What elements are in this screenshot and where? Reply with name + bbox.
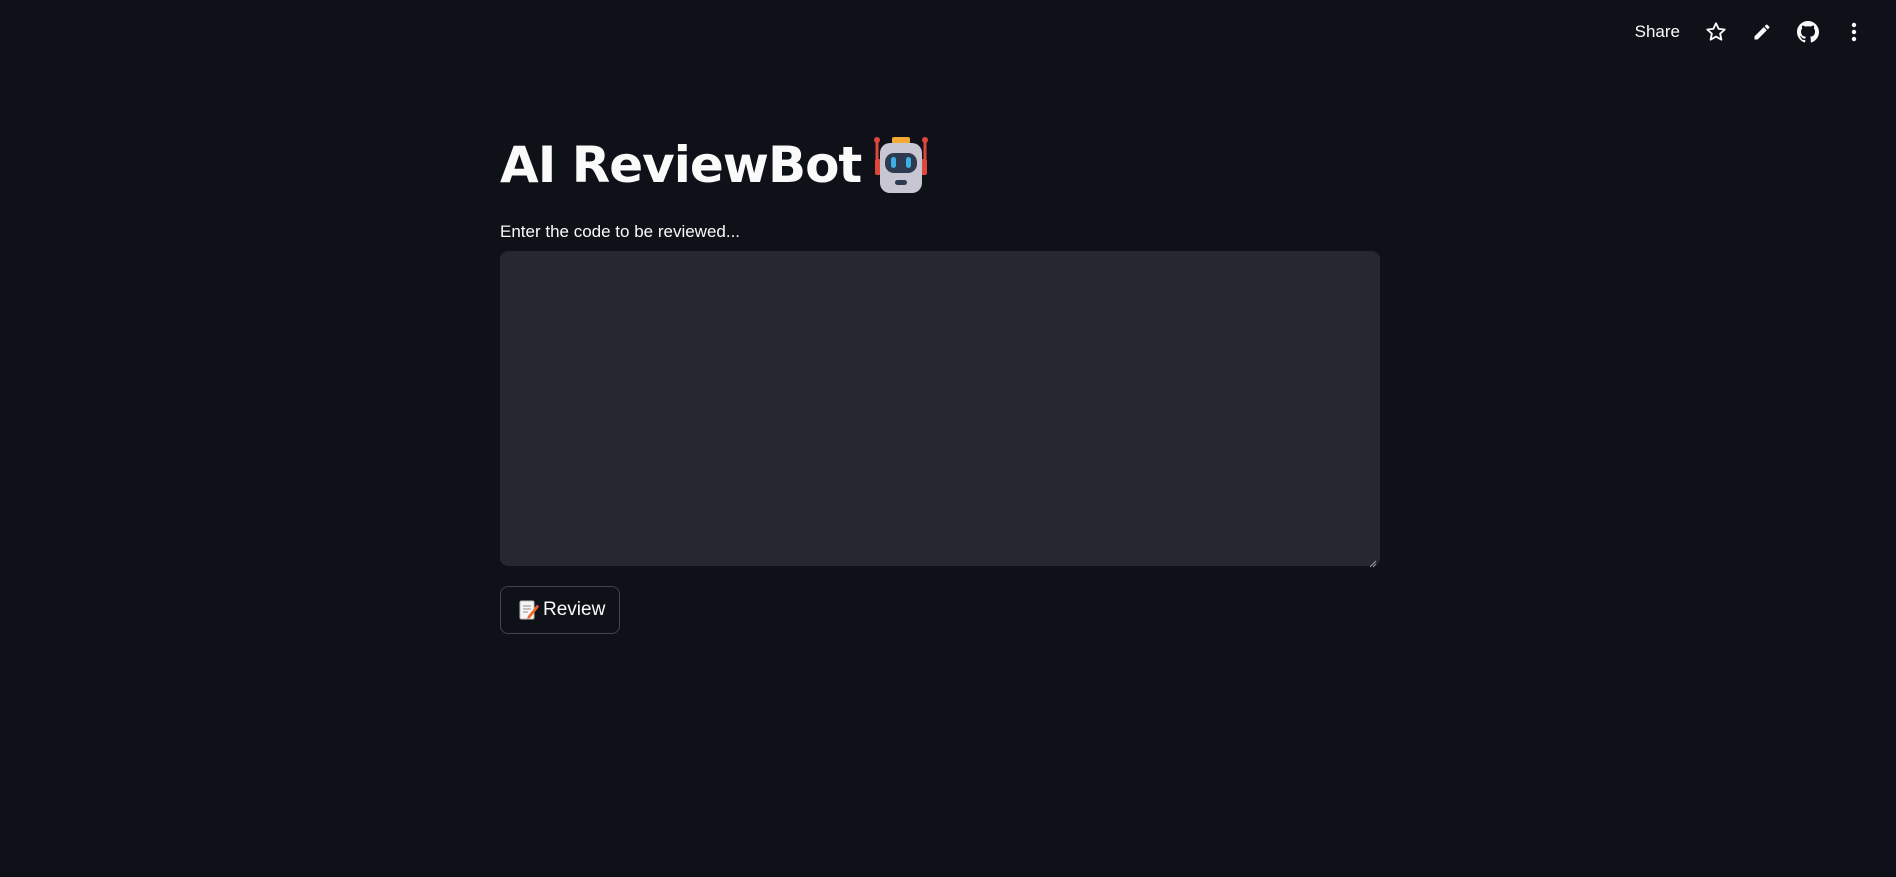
more-vertical-icon[interactable] — [1834, 14, 1874, 50]
top-toolbar: Share — [1625, 14, 1874, 50]
memo-icon — [519, 599, 539, 621]
title-row: AI ReviewBot — [500, 130, 1380, 200]
share-button[interactable]: Share — [1625, 14, 1690, 50]
review-button-label: Review — [543, 599, 606, 620]
resize-handle-icon[interactable] — [1369, 555, 1377, 568]
review-button[interactable]: Review — [500, 586, 621, 634]
pencil-icon[interactable] — [1742, 14, 1782, 50]
code-input-container — [500, 251, 1380, 568]
robot-icon — [871, 135, 931, 195]
github-icon[interactable] — [1788, 14, 1828, 50]
code-input-label: Enter the code to be reviewed... — [500, 222, 741, 241]
code-input[interactable] — [500, 251, 1380, 566]
star-icon[interactable] — [1696, 14, 1736, 50]
main-content: AI ReviewBot Enter the code to be review… — [500, 130, 1380, 634]
page-title: AI ReviewBot — [500, 136, 862, 194]
app-page: Share AI ReviewBot Enter the code to be … — [0, 0, 1896, 877]
